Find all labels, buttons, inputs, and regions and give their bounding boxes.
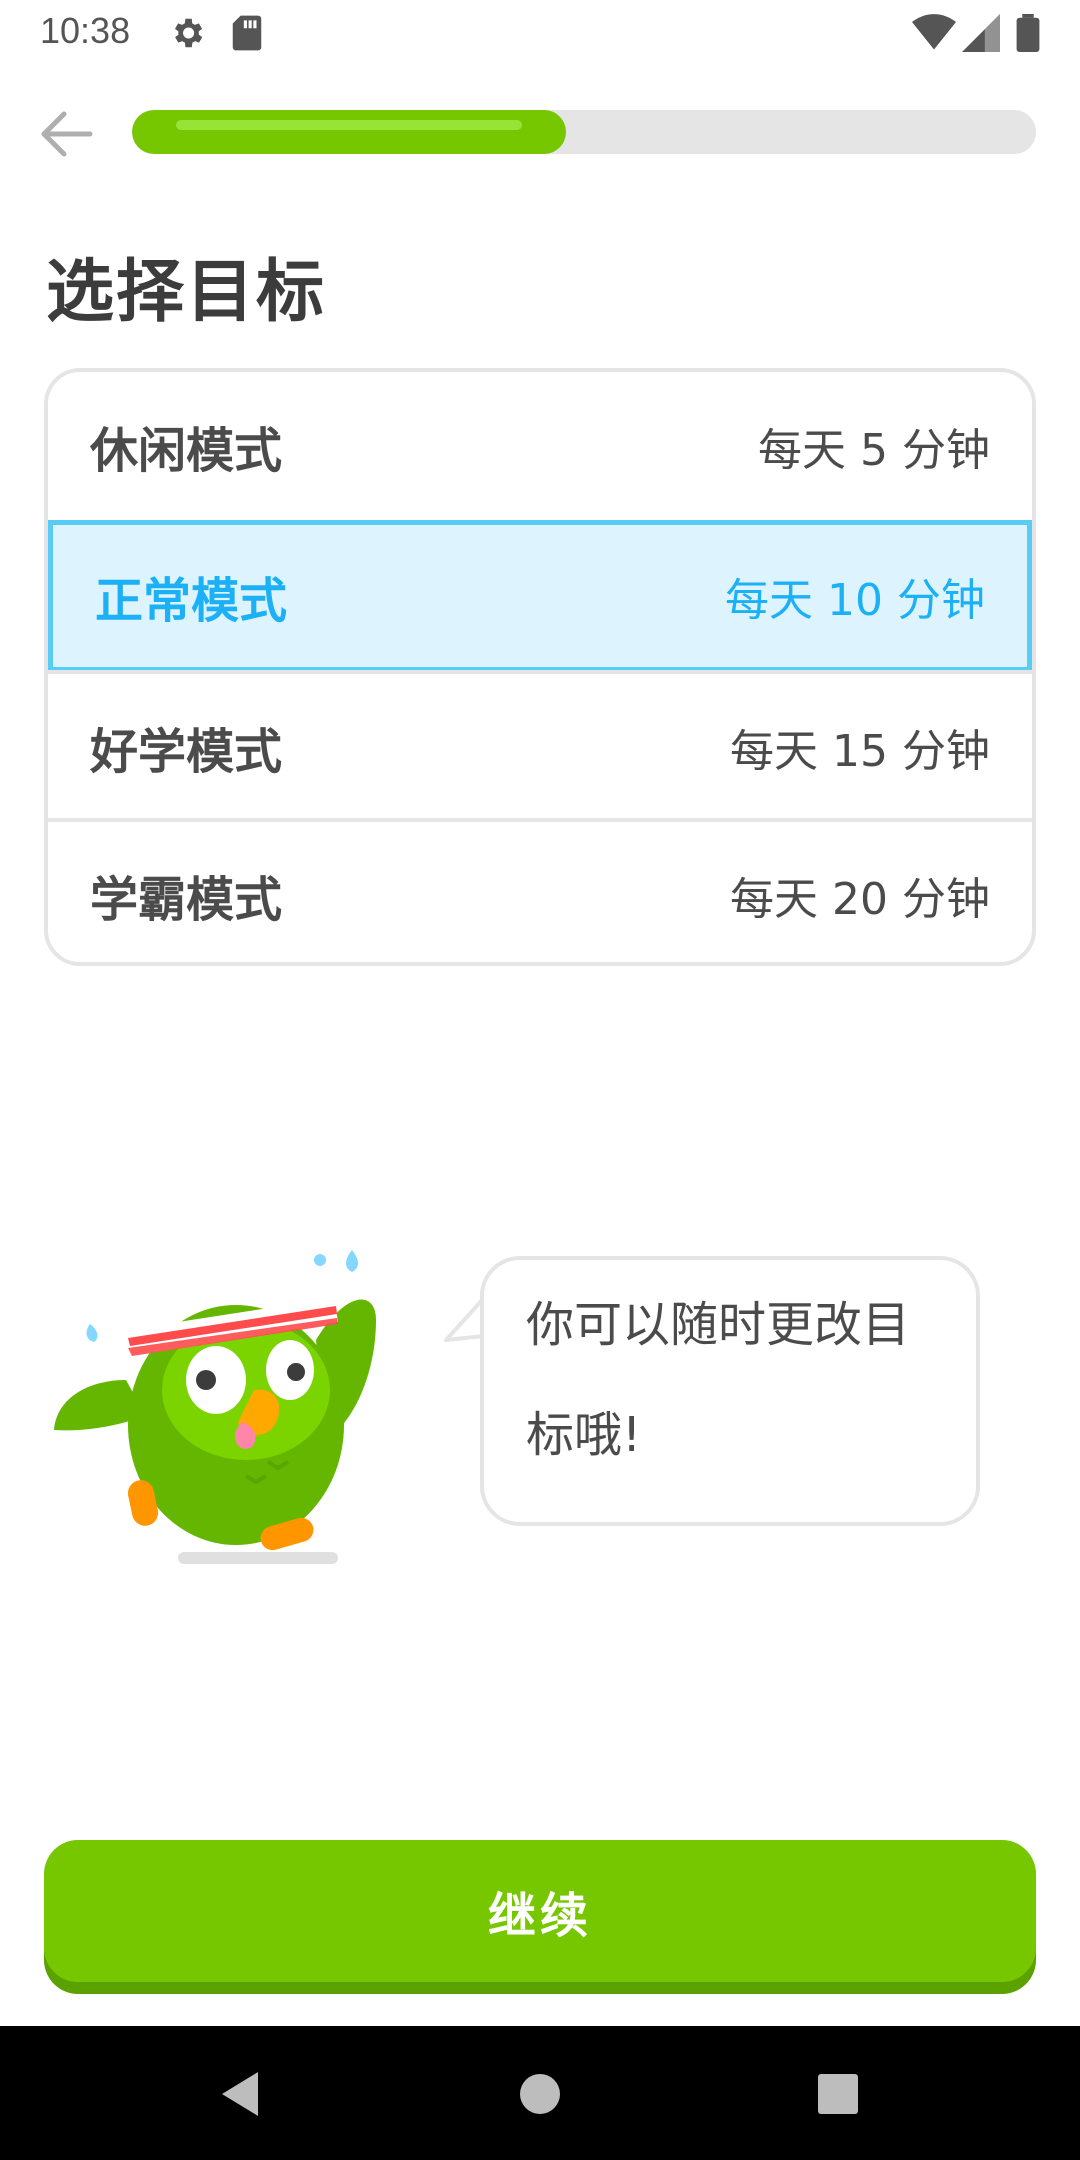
nav-home-icon[interactable] [500,2054,580,2134]
bubble-text: 你可以随时更改目标哦! [526,1297,911,1463]
nav-recents-icon[interactable] [798,2054,878,2134]
goal-options-list: 休闲模式 每天 5 分钟 正常模式 每天 10 分钟 好学模式 每天 15 分钟… [44,368,1036,966]
goal-time: 每天 20 分钟 [730,874,990,925]
gear-icon [168,14,206,56]
goal-option-intense[interactable]: 学霸模式 每天 20 分钟 [48,818,1032,962]
goal-option-serious[interactable]: 好学模式 每天 15 分钟 [48,670,1032,820]
goal-time: 每天 10 分钟 [725,575,985,626]
progress-highlight [176,120,522,130]
lesson-progress-bar [132,110,1036,154]
goal-time: 每天 5 分钟 [758,425,990,476]
status-time: 10:38 [40,10,131,51]
continue-button[interactable]: 继续 [44,1840,1036,1982]
speech-bubble: 你可以随时更改目标哦! [480,1256,980,1526]
goal-name: 好学模式 [90,724,283,780]
nav-back-icon[interactable] [200,2054,280,2134]
owl-mascot-icon [46,1230,396,1580]
sd-card-icon [230,14,264,56]
arrow-left-icon [41,111,93,157]
signal-icon [962,14,1000,56]
page-title: 选择目标 [46,253,327,332]
goal-option-casual[interactable]: 休闲模式 每天 5 分钟 [48,372,1032,520]
goal-name: 正常模式 [95,573,288,629]
goal-option-regular[interactable]: 正常模式 每天 10 分钟 [48,520,1032,672]
system-nav-bar [0,2026,1080,2160]
goal-name: 休闲模式 [90,423,283,479]
status-bar: 10:38 [0,0,1080,66]
wifi-icon [912,14,956,56]
goal-name: 学霸模式 [90,872,283,928]
progress-fill [132,110,566,154]
back-button[interactable] [36,104,96,164]
battery-icon [1016,14,1040,56]
goal-time: 每天 15 分钟 [730,726,990,777]
